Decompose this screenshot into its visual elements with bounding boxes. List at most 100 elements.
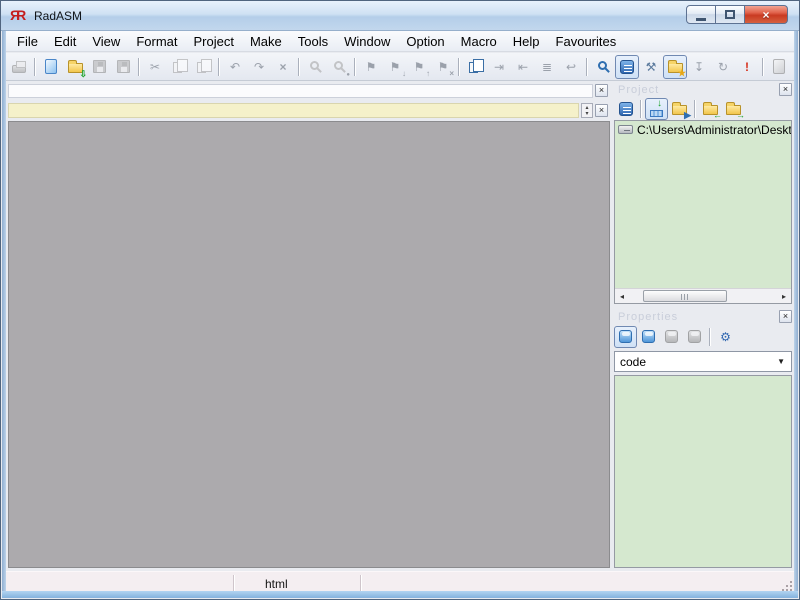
menu-help[interactable]: Help [505,31,548,51]
rebuild-cycle-icon: ↻ [717,59,729,74]
toolbar-separator [458,57,460,76]
project-tree[interactable]: C:\Users\Administrator\Desktop [615,121,791,288]
redo-button[interactable]: ↷ [247,55,271,79]
next-error-button[interactable]: ! [735,55,759,79]
menu-window[interactable]: Window [336,31,398,51]
printer-icon [12,60,26,73]
window-title: RadASM [34,9,83,23]
menu-view[interactable]: View [84,31,128,51]
blue-list-icon [620,59,634,74]
horizontal-scrollbar[interactable]: ◂ ▸ [615,288,791,303]
menu-macro[interactable]: Macro [453,31,505,51]
prev-bookmark-button[interactable]: ⚑ ↑ [407,55,431,79]
paste-pages-icon [197,59,212,73]
title-bar: RR RadASM × [1,1,799,31]
rebuild-button[interactable]: ↻ [711,55,735,79]
prop-view-2-button[interactable] [637,326,660,348]
menu-make[interactable]: Make [242,31,290,51]
copy-special-button[interactable] [463,55,487,79]
statusbar-divider [233,575,235,592]
toolbar-separator [694,99,696,118]
gray-square-icon [688,330,701,343]
next-bookmark-button[interactable]: ⚑ ↓ [383,55,407,79]
menu-tools[interactable]: Tools [290,31,336,51]
window-controls: × [686,5,788,24]
project-browser[interactable]: C:\Users\Administrator\Desktop ◂ ▸ [614,120,792,304]
window-border-right [794,31,798,598]
close-button[interactable]: × [745,5,788,24]
prop-view-3-button[interactable] [660,326,683,348]
menu-project[interactable]: Project [185,31,241,51]
maximize-button[interactable] [716,5,745,24]
properties-list-area[interactable] [614,375,792,568]
menu-format[interactable]: Format [128,31,185,51]
indent-button[interactable]: ⇥ [487,55,511,79]
delete-button[interactable]: × [271,55,295,79]
project-path-text: C:\Users\Administrator\Desktop [637,122,791,137]
menu-bar: File Edit View Format Project Make Tools Window… [2,31,798,52]
syntax-check-button[interactable] [591,55,615,79]
menu-option[interactable]: Option [398,31,452,51]
justify-button[interactable]: ≣ [535,55,559,79]
minimize-icon [696,17,706,21]
toolbar-separator [762,57,764,76]
project-path-item[interactable]: C:\Users\Administrator\Desktop [615,121,791,138]
clear-bookmarks-button[interactable]: ⚑ × [431,55,455,79]
prop-view-1-button[interactable] [614,325,637,348]
folder-forward-button[interactable]: → [722,98,745,120]
menu-file[interactable]: File [9,31,46,51]
favourites-button[interactable]: ★ [663,54,687,79]
properties-pane-caption: Properties [618,311,679,323]
scroll-right-arrow-icon[interactable]: ▸ [777,289,791,304]
find-in-files-button[interactable]: ● [327,55,351,79]
copy-button[interactable] [167,55,191,79]
gear-icon: ⚙ [720,329,731,344]
add-file-button[interactable]: ↓ [645,97,668,120]
undo-button[interactable]: ↶ [223,55,247,79]
gray-square-icon [665,330,678,343]
menu-favourites[interactable]: Favourites [548,31,625,51]
save-all-button[interactable] [111,55,135,79]
properties-view-button[interactable] [614,98,637,120]
magnifier-globe-icon [333,61,343,70]
run-button[interactable] [767,55,791,79]
spin-down-icon[interactable]: ▾ [585,111,588,117]
folder-back-button[interactable]: ← [699,98,722,120]
save-button[interactable] [87,55,111,79]
outdent-button[interactable]: ⇤ [511,55,535,79]
print-button[interactable] [7,55,31,79]
strip-spinner[interactable]: ▴ ▾ [581,103,593,118]
cut-button[interactable]: ✂ [143,55,167,79]
tools-button[interactable]: ⚒ [639,55,663,79]
scroll-left-arrow-icon[interactable]: ◂ [615,289,629,304]
build-button[interactable]: ↧ [687,55,711,79]
close-collapsed-pane-info-button[interactable]: × [595,104,608,117]
menu-edit[interactable]: Edit [46,31,84,51]
prop-view-4-button[interactable] [683,326,706,348]
tray-down-icon [650,109,663,117]
minimize-button[interactable] [686,5,716,24]
toolbar-separator [586,57,588,76]
close-collapsed-pane-top-button[interactable]: × [595,84,608,97]
toolbar-separator [218,57,220,76]
project-pane-caption: Project [618,84,660,96]
toggle-bookmark-button[interactable]: ⚑ [359,55,383,79]
wrap-button[interactable]: ↩ [559,55,583,79]
main-toolbar: ⇩ ✂ ↶ ↷ × ● ⚑ ⚑ ↓ ⚑ ↑ ⚑ × ⇥ ⇤ ≣ ↩ ⚒ ★ ↧ ↻! [2,53,798,81]
scissors-icon: ✂ [149,59,161,74]
close-project-pane-button[interactable]: × [779,83,792,96]
project-panel-toggle[interactable] [615,54,639,79]
scrollbar-thumb[interactable] [643,290,727,302]
paste-button[interactable] [191,55,215,79]
new-file-button[interactable] [39,55,63,79]
redo-arrow-icon: ↷ [253,59,265,74]
properties-combo[interactable]: code ▼ [614,351,792,372]
close-properties-pane-button[interactable]: × [779,310,792,323]
find-button[interactable] [303,55,327,79]
open-file-button[interactable]: ⇩ [63,55,87,79]
collapsed-pane-top [8,84,593,98]
new-page-icon [45,59,57,74]
blue-list-icon [618,101,633,116]
refresh-properties-button[interactable]: ⚙ [714,326,737,348]
browse-folder-button[interactable]: ▶ [668,98,691,120]
